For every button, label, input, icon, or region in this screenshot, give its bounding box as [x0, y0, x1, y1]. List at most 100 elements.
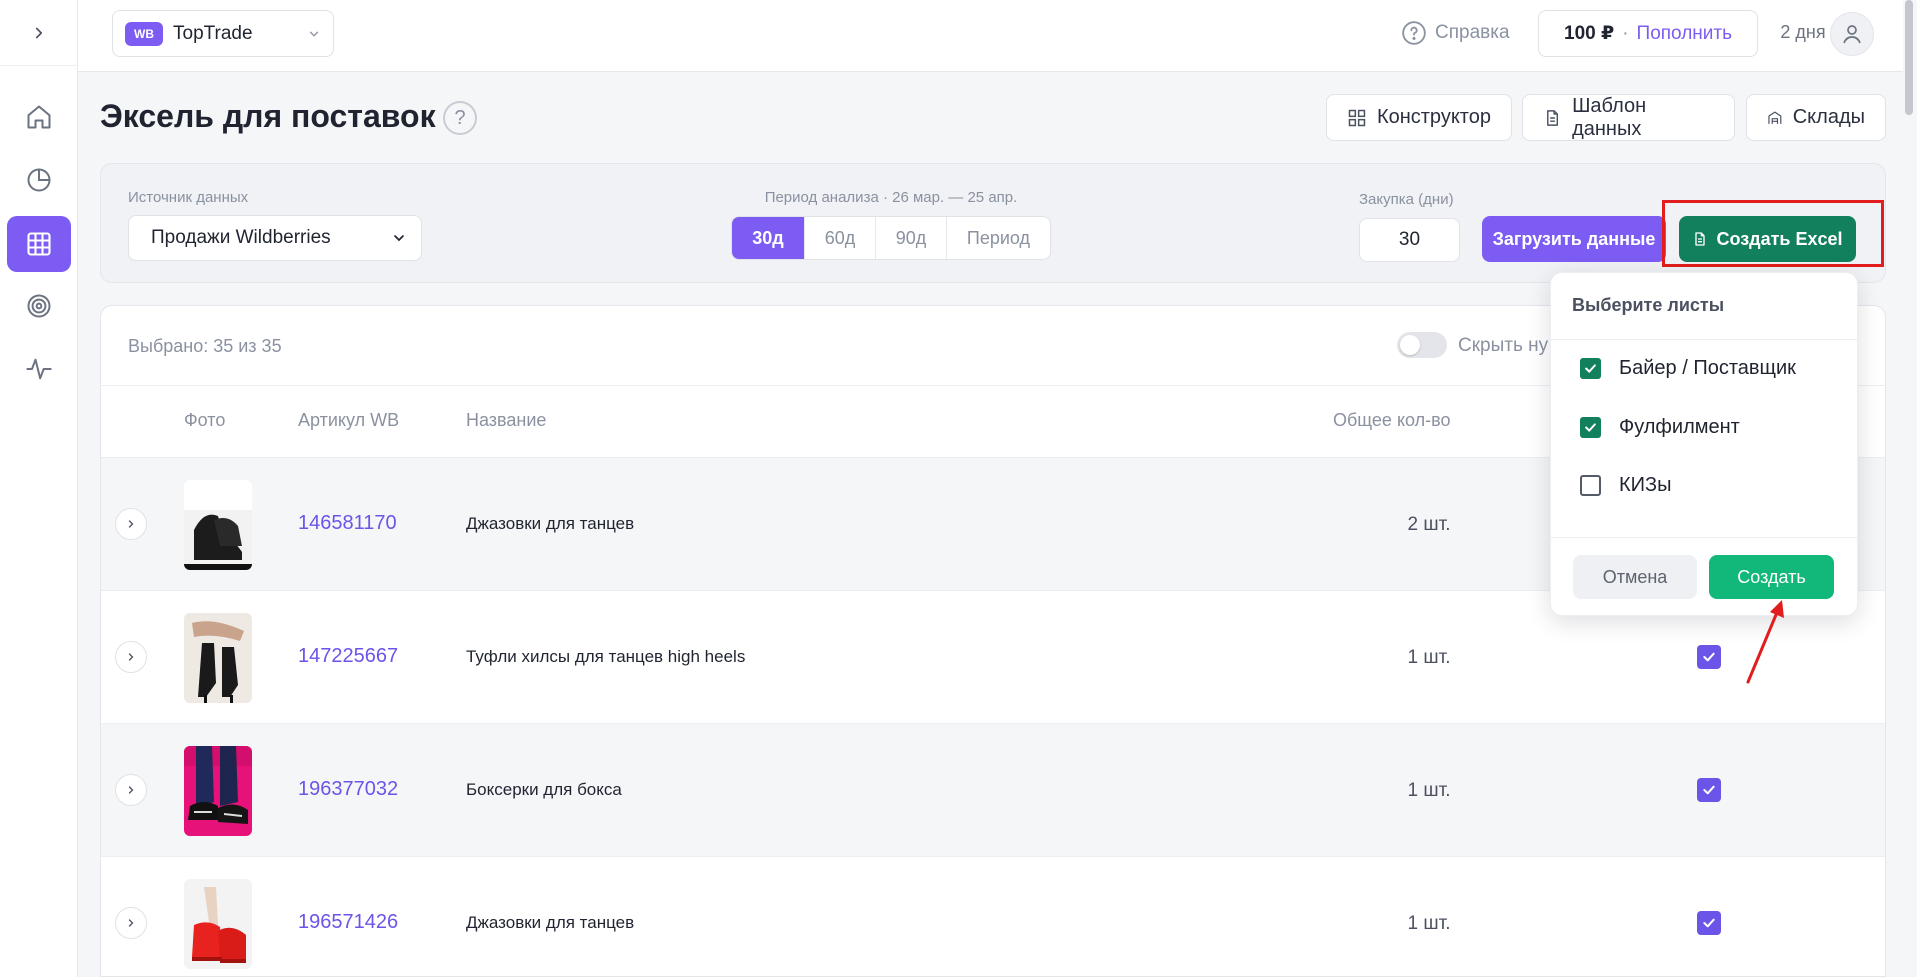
cancel-button[interactable]: Отмена: [1573, 555, 1697, 599]
sku-link[interactable]: 146581170: [298, 512, 397, 535]
help-label: Справка: [1435, 22, 1510, 43]
check-icon: [1703, 918, 1715, 928]
warehouse-icon: [1768, 111, 1782, 124]
chevron-down-icon: [309, 31, 319, 37]
purchase-days-input[interactable]: 30: [1359, 218, 1460, 262]
sheet-option-buyer[interactable]: Байер / Поставщик: [1580, 357, 1796, 380]
document-icon: [1547, 109, 1559, 126]
sidebar: [0, 0, 78, 977]
chevron-right-icon: [128, 786, 134, 794]
product-photo[interactable]: [184, 613, 252, 703]
product-photo[interactable]: [184, 480, 252, 570]
total-qty: 1 шт.: [1407, 913, 1451, 934]
pie-chart-icon: [27, 168, 51, 192]
total-qty: 1 шт.: [1407, 780, 1451, 801]
product-photo[interactable]: [184, 746, 252, 836]
source-select[interactable]: Продажи Wildberries: [128, 215, 422, 261]
period-30d[interactable]: 30д: [732, 217, 804, 259]
period-segmented-control: 30д 60д 90д Период: [731, 216, 1051, 260]
chevron-right-icon: [128, 653, 134, 661]
source-label: Источник данных: [128, 189, 249, 206]
warehouses-button[interactable]: Склады: [1746, 94, 1886, 141]
balance-amount: 100 ₽: [1564, 23, 1615, 44]
activity-icon: [26, 358, 52, 380]
balance-widget: 100 ₽ · Пополнить: [1538, 10, 1758, 57]
product-name: Джазовки для танцев: [466, 514, 635, 533]
period-custom[interactable]: Период: [946, 217, 1050, 259]
table-row: 196377032 Боксерки для бокса 1 шт.: [101, 723, 1885, 856]
source-value: Продажи Wildberries: [151, 227, 331, 248]
wb-badge: WB: [125, 21, 163, 46]
store-select[interactable]: WB TopTrade: [112, 10, 334, 57]
target-icon: [27, 294, 51, 318]
topup-link[interactable]: Пополнить: [1637, 23, 1732, 45]
sidebar-item-goals[interactable]: [7, 278, 71, 334]
annotation-arrow: [1746, 600, 1784, 684]
sheet-option-label: КИЗы: [1619, 474, 1672, 496]
sheet-option-label: Фулфилмент: [1619, 416, 1740, 438]
table-grid-icon: [27, 232, 51, 256]
scrollbar-track[interactable]: [1903, 0, 1917, 977]
sheet-checkbox-checked[interactable]: [1580, 417, 1601, 438]
select-sheets-popover: Выберите листы Байер / Поставщик Фулфилм…: [1550, 272, 1858, 616]
expand-row-button[interactable]: [115, 907, 147, 939]
check-icon: [1703, 785, 1715, 795]
check-icon: [1585, 423, 1596, 432]
hide-toggle[interactable]: [1397, 332, 1447, 358]
expand-row-button[interactable]: [115, 508, 147, 540]
sheet-option-fulfillment[interactable]: Фулфилмент: [1580, 416, 1740, 439]
chevron-right-icon: [128, 919, 134, 927]
total-qty: 1 шт.: [1407, 647, 1451, 668]
column-header-sku[interactable]: Артикул WB: [298, 410, 399, 431]
top-header: WB TopTrade Справка 100 ₽ · Пополнить 2 …: [78, 0, 1917, 72]
column-header-name[interactable]: Название: [466, 410, 546, 431]
sku-link[interactable]: 196377032: [298, 778, 398, 801]
scrollbar-thumb[interactable]: [1905, 0, 1913, 115]
sheet-option-kiz[interactable]: КИЗы: [1580, 474, 1671, 497]
warehouses-label: Склады: [1792, 106, 1865, 128]
expand-row-button[interactable]: [115, 641, 147, 673]
row-checkbox[interactable]: [1697, 645, 1721, 669]
sku-link[interactable]: 196571426: [298, 911, 398, 934]
sidebar-toggle[interactable]: [0, 0, 78, 66]
popover-title: Выберите листы: [1572, 295, 1725, 315]
user-icon: [1843, 25, 1861, 44]
sidebar-item-analytics[interactable]: [7, 152, 71, 208]
purchase-label: Закупка (дни): [1359, 191, 1454, 208]
template-button[interactable]: Шаблон данных: [1522, 94, 1735, 141]
sidebar-item-excel[interactable]: [7, 216, 71, 272]
period-90d[interactable]: 90д: [875, 217, 946, 259]
expand-row-button[interactable]: [115, 774, 147, 806]
sheet-option-label: Байер / Поставщик: [1619, 357, 1796, 379]
chevron-right-icon: [35, 27, 43, 38]
help-circle-icon: [1402, 21, 1426, 45]
avatar[interactable]: [1830, 12, 1874, 56]
product-photo[interactable]: [184, 879, 252, 969]
selected-count: Выбрано: 35 из 35: [128, 336, 282, 356]
sheet-checkbox-checked[interactable]: [1580, 358, 1601, 379]
page-title: Эксель для поставок: [100, 98, 436, 134]
load-data-button[interactable]: Загрузить данные: [1482, 216, 1666, 262]
row-checkbox[interactable]: [1697, 911, 1721, 935]
product-name: Боксерки для бокса: [466, 780, 622, 799]
sidebar-item-activity[interactable]: [7, 341, 71, 397]
check-icon: [1585, 364, 1596, 373]
hide-toggle-label: Скрыть ну: [1458, 335, 1549, 356]
constructor-label: Конструктор: [1376, 106, 1491, 128]
period-60d[interactable]: 60д: [804, 217, 875, 259]
create-button[interactable]: Создать: [1709, 555, 1834, 599]
row-checkbox[interactable]: [1697, 778, 1721, 802]
chevron-right-icon: [128, 520, 134, 528]
help-link[interactable]: Справка: [1401, 18, 1510, 48]
sheet-checkbox-unchecked[interactable]: [1580, 475, 1601, 496]
annotation-highlight-box: [1662, 200, 1884, 267]
sku-link[interactable]: 147225667: [298, 645, 398, 668]
total-qty: 2 шт.: [1407, 514, 1451, 535]
template-label: Шаблон данных: [1572, 94, 1647, 140]
title-help-button[interactable]: ?: [443, 101, 477, 135]
column-header-total-qty[interactable]: Общее кол-во: [1333, 410, 1451, 431]
grid-icon: [1348, 109, 1366, 126]
sidebar-item-home[interactable]: [7, 89, 71, 145]
constructor-button[interactable]: Конструктор: [1326, 94, 1512, 141]
popover-divider: [1551, 339, 1857, 340]
